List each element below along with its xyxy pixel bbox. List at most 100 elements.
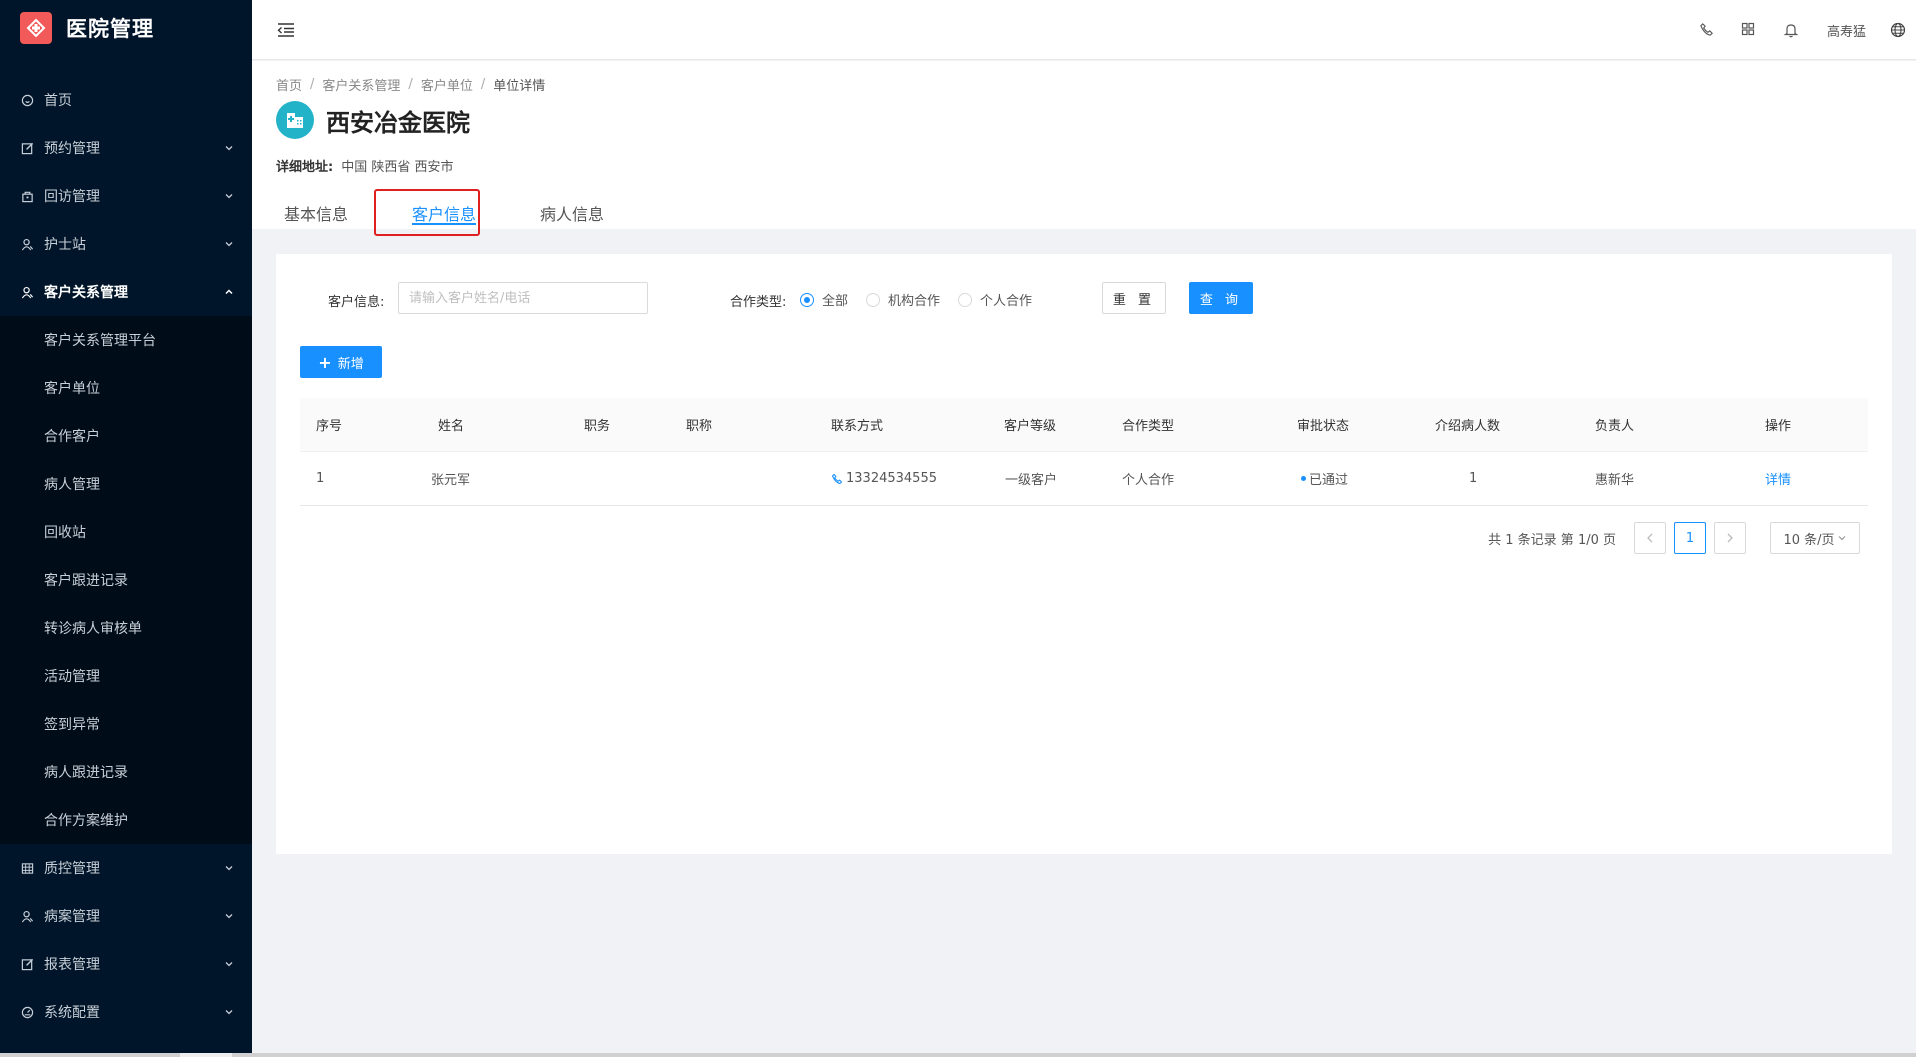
cell-phone-number: 13324534555 (846, 471, 937, 486)
pagination: 共 1 条记录 第 1/0 页 1 10 条/页 (1488, 522, 1860, 554)
submenu-item-referral-review[interactable]: 转诊病人审核单 (0, 604, 252, 652)
sidebar-menu: 首页 预约管理 回访管理 护士站 客户关系管理 客户关系管理平台 客户单位 合作… (0, 76, 252, 1036)
sidebar-item-label: 首页 (44, 93, 72, 109)
chevron-down-icon (224, 239, 234, 249)
next-page-button[interactable] (1714, 522, 1746, 554)
header-actions: 高寿猛 (1673, 0, 1916, 60)
breadcrumb-crm[interactable]: 客户关系管理 (322, 75, 400, 94)
page-size-select[interactable]: 10 条/页 (1770, 522, 1860, 554)
submenu-item-activities[interactable]: 活动管理 (0, 652, 252, 700)
col-header-owner: 负责人 (1595, 419, 1635, 434)
pagination-summary: 共 1 条记录 第 1/0 页 (1488, 532, 1616, 548)
chevron-up-icon (224, 287, 234, 297)
chevron-down-icon (1837, 533, 1847, 543)
radio-label: 机构合作 (888, 294, 941, 309)
submenu-item-partner-customers[interactable]: 合作客户 (0, 412, 252, 460)
horizontal-scrollbar[interactable] (0, 1053, 1916, 1057)
tab-customer-info[interactable]: 客户信息 (404, 189, 484, 229)
submenu-item-coop-plans[interactable]: 合作方案维护 (0, 796, 252, 844)
crm-submenu: 客户关系管理平台 客户单位 合作客户 病人管理 回收站 客户跟进记录 转诊病人审… (0, 316, 252, 844)
hospital-logo-icon (20, 12, 52, 44)
plus-icon: + (318, 352, 332, 372)
submenu-item-customer-followup[interactable]: 客户跟进记录 (0, 556, 252, 604)
tab-patient-info[interactable]: 病人信息 (532, 189, 612, 229)
top-header: 高寿猛 (252, 0, 1916, 60)
col-header-coop-type: 合作类型 (1122, 419, 1175, 434)
dashboard-icon (20, 1005, 34, 1019)
hospital-building-icon (276, 101, 314, 139)
customer-search-input[interactable] (398, 282, 648, 314)
col-header-index: 序号 (316, 419, 343, 434)
query-button[interactable]: 查 询 (1189, 282, 1253, 314)
sidebar-item-appointments[interactable]: 预约管理 (0, 124, 252, 172)
customer-filter-label: 客户信息: (328, 295, 385, 310)
table-row: 1 张元军 13324534555 一级客户 个人合作 已通过 1 惠新华 详情 (300, 452, 1868, 506)
sidebar-item-nurse-station[interactable]: 护士站 (0, 220, 252, 268)
sidebar-item-label: 客户关系管理 (44, 285, 128, 301)
chevron-down-icon (224, 1007, 234, 1017)
status-badge: 已通过 (1309, 473, 1349, 488)
user-icon (20, 909, 34, 923)
prev-page-button[interactable] (1634, 522, 1666, 554)
filter-bar: 客户信息: 合作类型: 全部 机构合作 个人合作 重 置 查 询 (276, 282, 1892, 316)
table-header: 序号 姓名 职务 职称 联系方式 客户等级 合作类型 审批状态 介绍病人数 负责… (300, 398, 1868, 452)
status-dot (1301, 476, 1306, 481)
menu-fold-icon[interactable] (276, 20, 296, 40)
bell-icon[interactable] (1783, 22, 1799, 38)
breadcrumb-separator: / (408, 77, 413, 92)
page-size-value: 10 条/页 (1783, 532, 1835, 548)
sidebar-item-system-config[interactable]: 系统配置 (0, 988, 252, 1036)
breadcrumb: 首页 / 客户关系管理 / 客户单位 / 单位详情 (276, 75, 545, 94)
col-header-status: 审批状态 (1297, 419, 1350, 434)
phone-icon[interactable] (1699, 22, 1715, 38)
submenu-item-customer-units[interactable]: 客户单位 (0, 364, 252, 412)
breadcrumb-customer-units[interactable]: 客户单位 (421, 75, 473, 94)
grid-icon[interactable] (1741, 22, 1757, 38)
cell-status: 已通过 (1301, 452, 1348, 506)
globe-icon[interactable] (1890, 22, 1906, 38)
add-button[interactable]: + 新增 (300, 346, 382, 378)
radio-label: 个人合作 (980, 294, 1033, 309)
edit-icon (20, 141, 34, 155)
submenu-item-recycle-bin[interactable]: 回收站 (0, 508, 252, 556)
chevron-down-icon (224, 863, 234, 873)
sidebar-item-label: 预约管理 (44, 141, 100, 157)
add-button-label: 新增 (337, 356, 364, 372)
sidebar-item-followup[interactable]: 回访管理 (0, 172, 252, 220)
radio-all[interactable]: 全部 (800, 290, 848, 309)
submenu-item-patient-management[interactable]: 病人管理 (0, 460, 252, 508)
reset-button[interactable]: 重 置 (1102, 282, 1166, 314)
sidebar-item-label: 报表管理 (44, 957, 100, 973)
phone-icon (831, 473, 843, 485)
app-logo[interactable]: 医院管理 (0, 0, 252, 56)
page-title: 西安冶金医院 (326, 108, 470, 137)
col-header-action: 操作 (1765, 419, 1792, 434)
user-name[interactable]: 高寿猛 (1827, 21, 1866, 40)
sidebar-item-label: 护士站 (44, 237, 86, 253)
submenu-item-checkin-exceptions[interactable]: 签到异常 (0, 700, 252, 748)
chevron-down-icon (224, 191, 234, 201)
breadcrumb-home[interactable]: 首页 (276, 75, 302, 94)
title-row: 西安冶金医院 (276, 101, 470, 139)
cell-index: 1 (316, 471, 325, 486)
sidebar-item-home[interactable]: 首页 (0, 76, 252, 124)
tab-basic-info[interactable]: 基本信息 (276, 189, 356, 229)
page-number-button[interactable]: 1 (1674, 522, 1706, 554)
radio-individual[interactable]: 个人合作 (958, 290, 1032, 309)
breadcrumb-current: 单位详情 (493, 79, 546, 94)
sidebar-item-label: 病案管理 (44, 909, 100, 925)
col-header-title: 职称 (686, 419, 713, 434)
details-link[interactable]: 详情 (1765, 452, 1791, 506)
sidebar-item-crm[interactable]: 客户关系管理 (0, 268, 252, 316)
address-value: 中国 陕西省 西安市 (341, 160, 454, 175)
submenu-item-patient-followup[interactable]: 病人跟进记录 (0, 748, 252, 796)
cell-contact: 13324534555 (831, 452, 937, 506)
sidebar-item-reports[interactable]: 报表管理 (0, 940, 252, 988)
sidebar-item-quality-control[interactable]: 质控管理 (0, 844, 252, 892)
submenu-item-crm-platform[interactable]: 客户关系管理平台 (0, 316, 252, 364)
scrollbar-thumb[interactable] (180, 1053, 232, 1057)
radio-institution[interactable]: 机构合作 (866, 290, 940, 309)
chevron-down-icon (224, 143, 234, 153)
customer-card: 客户信息: 合作类型: 全部 机构合作 个人合作 重 置 查 询 + 新增 序号 … (276, 254, 1892, 854)
sidebar-item-medical-records[interactable]: 病案管理 (0, 892, 252, 940)
